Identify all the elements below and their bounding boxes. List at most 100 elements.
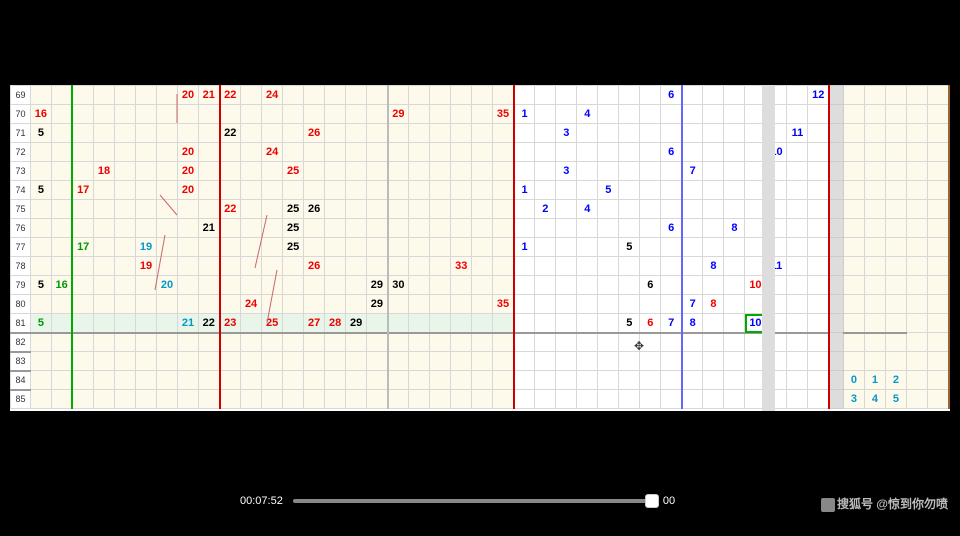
table-row[interactable]: 722024610	[11, 143, 950, 162]
trend-cell[interactable]	[283, 124, 304, 143]
trend-cell[interactable]	[114, 257, 135, 276]
trend-cell[interactable]	[93, 200, 114, 219]
trend-cell[interactable]: 20	[178, 181, 199, 200]
trend-cell[interactable]	[682, 276, 703, 295]
table-row[interactable]: 84012	[11, 371, 950, 390]
trend-cell[interactable]	[451, 352, 472, 371]
trend-cell[interactable]	[51, 124, 72, 143]
trend-cell[interactable]	[451, 333, 472, 352]
trend-cell[interactable]	[514, 295, 535, 314]
trend-cell[interactable]	[556, 276, 577, 295]
trend-cell[interactable]	[325, 371, 346, 390]
trend-cell[interactable]	[661, 333, 682, 352]
trend-cell[interactable]	[556, 219, 577, 238]
trend-cell[interactable]	[93, 219, 114, 238]
trend-cell[interactable]	[535, 390, 556, 409]
trend-cell[interactable]	[661, 352, 682, 371]
trend-cell[interactable]	[72, 162, 93, 181]
trend-cell[interactable]	[724, 86, 745, 105]
trend-cell[interactable]	[661, 162, 682, 181]
trend-cell[interactable]	[114, 352, 135, 371]
trend-cell[interactable]	[577, 276, 598, 295]
trend-cell[interactable]	[493, 352, 514, 371]
trend-cell[interactable]	[493, 238, 514, 257]
trend-cell[interactable]	[808, 333, 829, 352]
trend-cell[interactable]	[472, 124, 493, 143]
trend-cell[interactable]	[262, 257, 283, 276]
trend-cell[interactable]	[451, 162, 472, 181]
trend-cell[interactable]	[885, 219, 906, 238]
trend-cell[interactable]	[703, 181, 724, 200]
trend-cell[interactable]	[367, 333, 388, 352]
trend-cell[interactable]	[535, 162, 556, 181]
trend-cell[interactable]	[493, 371, 514, 390]
trend-cell[interactable]	[30, 352, 51, 371]
trend-cell[interactable]	[724, 333, 745, 352]
trend-cell[interactable]	[556, 390, 577, 409]
trend-cell[interactable]	[220, 143, 241, 162]
trend-cell[interactable]	[430, 219, 451, 238]
trend-cell[interactable]	[843, 105, 864, 124]
trend-cell[interactable]	[241, 181, 262, 200]
trend-cell[interactable]	[325, 181, 346, 200]
trend-cell[interactable]	[262, 295, 283, 314]
trend-cell[interactable]: 3	[556, 162, 577, 181]
trend-cell[interactable]: 5	[30, 314, 51, 333]
trend-cell[interactable]	[367, 124, 388, 143]
table-row[interactable]: 83	[11, 352, 950, 371]
trend-cell[interactable]	[30, 219, 51, 238]
trend-cell[interactable]	[367, 200, 388, 219]
trend-cell[interactable]	[409, 295, 430, 314]
trend-cell[interactable]	[451, 238, 472, 257]
trend-cell[interactable]	[808, 276, 829, 295]
trend-cell[interactable]	[346, 276, 367, 295]
trend-cell[interactable]	[409, 314, 430, 333]
trend-cell[interactable]	[30, 86, 51, 105]
trend-cell[interactable]	[241, 371, 262, 390]
trend-cell[interactable]	[493, 143, 514, 162]
trend-cell[interactable]	[51, 162, 72, 181]
trend-cell[interactable]	[703, 238, 724, 257]
trend-cell[interactable]	[51, 219, 72, 238]
trend-cell[interactable]: 1	[864, 371, 885, 390]
trend-cell[interactable]: 27	[304, 314, 325, 333]
trend-cell[interactable]	[135, 200, 156, 219]
trend-cell[interactable]	[724, 143, 745, 162]
trend-cell[interactable]	[304, 181, 325, 200]
trend-cell[interactable]	[619, 124, 640, 143]
trend-cell[interactable]	[325, 162, 346, 181]
trend-cell[interactable]	[178, 390, 199, 409]
trend-cell[interactable]	[682, 181, 703, 200]
trend-cell[interactable]	[157, 200, 178, 219]
trend-cell[interactable]	[703, 276, 724, 295]
trend-cell[interactable]	[577, 219, 598, 238]
trend-cell[interactable]	[598, 390, 619, 409]
trend-cell[interactable]	[135, 143, 156, 162]
trend-cell[interactable]	[367, 105, 388, 124]
trend-cell[interactable]	[661, 238, 682, 257]
trend-cell[interactable]	[30, 200, 51, 219]
trend-cell[interactable]	[262, 371, 283, 390]
trend-cell[interactable]	[325, 238, 346, 257]
trend-cell[interactable]: 21	[178, 314, 199, 333]
trend-cell[interactable]: 28	[325, 314, 346, 333]
trend-cell[interactable]	[367, 314, 388, 333]
trend-cell[interactable]	[808, 219, 829, 238]
trend-cell[interactable]	[304, 390, 325, 409]
trend-cell[interactable]	[493, 257, 514, 276]
trend-cell[interactable]: 4	[864, 390, 885, 409]
trend-cell[interactable]	[556, 371, 577, 390]
trend-cell[interactable]	[472, 390, 493, 409]
trend-cell[interactable]	[472, 238, 493, 257]
trend-cell[interactable]	[864, 352, 885, 371]
trend-cell[interactable]	[262, 105, 283, 124]
seek-thumb[interactable]	[645, 494, 659, 508]
trend-cell[interactable]	[93, 276, 114, 295]
trend-cell[interactable]	[346, 238, 367, 257]
trend-cell[interactable]	[514, 257, 535, 276]
trend-cell[interactable]: 2	[885, 371, 906, 390]
trend-cell[interactable]	[367, 143, 388, 162]
trend-cell[interactable]: 17	[72, 238, 93, 257]
trend-cell[interactable]	[787, 86, 808, 105]
trend-cell[interactable]	[430, 181, 451, 200]
